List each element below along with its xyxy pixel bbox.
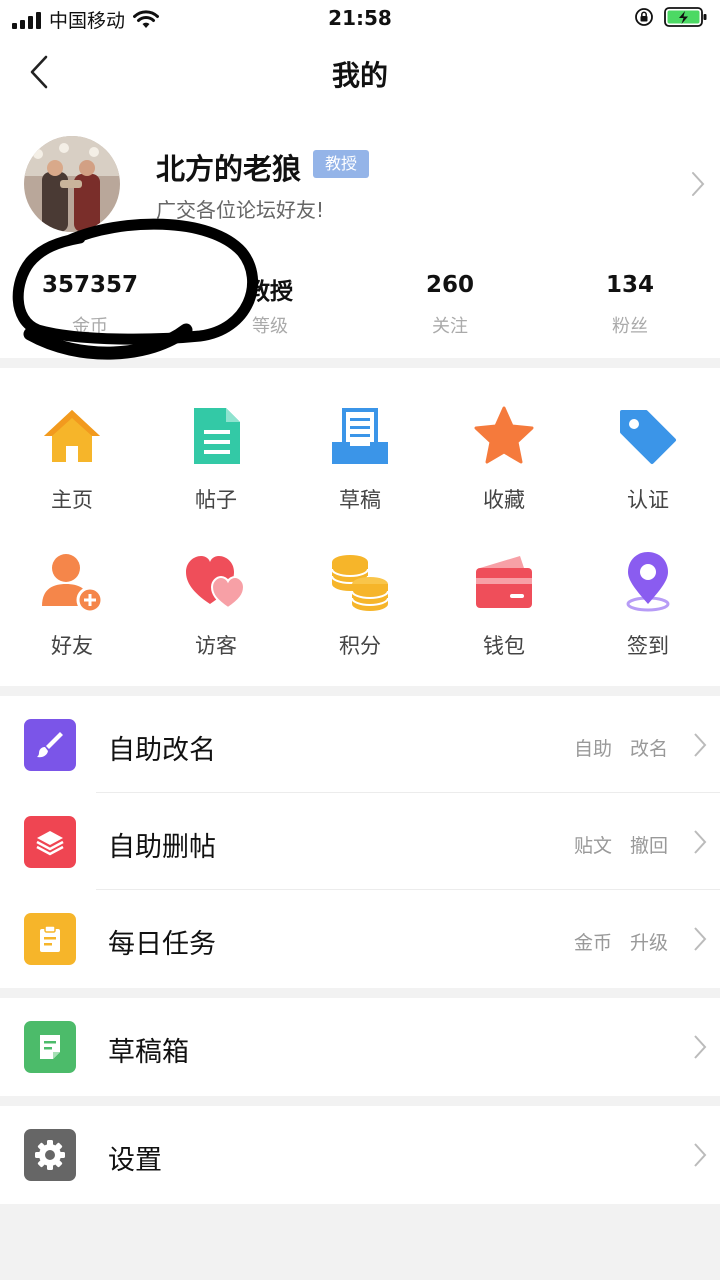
chevron-right-icon	[692, 172, 705, 196]
rotation-lock-icon	[635, 8, 653, 26]
wallet-icon	[476, 556, 532, 608]
menu-item-rename[interactable]: 自助改名 自助 改名	[0, 696, 720, 794]
profile-stats: 357357 金币 教授 等级 260 关注 134 粉丝	[0, 272, 720, 342]
stat-value: 134	[605, 272, 654, 298]
grid-item-label: 访客	[195, 634, 237, 658]
chevron-right-icon	[694, 1143, 707, 1167]
grid-item-posts[interactable]: 帖子	[144, 368, 288, 512]
grid-item-label: 积分	[339, 634, 381, 658]
drafts-menu: 草稿箱	[0, 998, 720, 1096]
feature-grid: 主页 帖子 草稿 收藏 认证 好友 访客 积分 钱包 签到	[0, 368, 720, 686]
tools-menu: 自助改名 自助 改名 自助删帖 贴文 撤回 每日任务 金币 升级	[0, 696, 720, 988]
grid-item-home[interactable]: 主页	[0, 368, 144, 512]
tag-icon	[620, 410, 676, 464]
grid-item-label: 认证	[627, 488, 669, 512]
stat-label: 金币	[72, 316, 108, 337]
username: 北方的老狼	[156, 152, 302, 186]
grid-item-favorites[interactable]: 收藏	[432, 368, 576, 512]
note-icon	[24, 1021, 76, 1073]
location-pin-icon	[626, 552, 670, 612]
profile-card[interactable]: 北方的老狼 教授 广交各位论坛好友! 357357 金币 教授 等级 260 关…	[0, 112, 720, 360]
layers-icon	[24, 816, 76, 868]
nav-bar: 我的	[0, 36, 720, 112]
stat-following[interactable]: 260 关注	[380, 272, 520, 338]
chevron-right-icon	[694, 830, 707, 854]
grid-item-points[interactable]: 积分	[288, 514, 432, 658]
star-icon	[474, 406, 534, 464]
grid-item-friends[interactable]: 好友	[0, 514, 144, 658]
stat-label: 等级	[252, 316, 288, 337]
menu-item-title: 自助删帖	[108, 832, 216, 863]
grid-item-label: 钱包	[483, 634, 525, 658]
menu-item-title: 草稿箱	[108, 1037, 189, 1068]
status-time: 21:58	[328, 6, 392, 30]
brush-icon	[24, 719, 76, 771]
stat-level[interactable]: 教授 等级	[200, 272, 340, 338]
stat-label: 粉丝	[612, 316, 648, 337]
chevron-right-icon	[694, 927, 707, 951]
menu-item-title: 设置	[108, 1145, 162, 1176]
stat-value: 教授	[247, 279, 293, 305]
level-badge: 教授	[313, 150, 370, 178]
grid-item-label: 收藏	[483, 488, 525, 512]
grid-item-label: 签到	[627, 634, 669, 658]
menu-item-title: 每日任务	[108, 929, 216, 960]
grid-item-wallet[interactable]: 钱包	[432, 514, 576, 658]
clipboard-icon	[24, 913, 76, 965]
avatar[interactable]	[24, 136, 120, 232]
hearts-icon	[186, 556, 246, 610]
draft-tray-icon	[332, 408, 388, 464]
grid-item-label: 主页	[51, 488, 93, 512]
chevron-right-icon	[694, 1035, 707, 1059]
grid-item-label: 好友	[51, 634, 93, 658]
home-icon	[44, 410, 100, 462]
battery-icon	[664, 7, 707, 27]
settings-menu: 设置	[0, 1106, 720, 1204]
user-bio: 广交各位论坛好友!	[156, 198, 325, 222]
menu-item-delete-post[interactable]: 自助删帖 贴文 撤回	[0, 793, 720, 891]
stat-fans[interactable]: 134 粉丝	[560, 272, 700, 338]
menu-item-hint: 自助 改名	[573, 738, 668, 760]
avatar-image	[24, 136, 120, 232]
stat-coins[interactable]: 357357 金币	[20, 272, 160, 338]
add-friend-icon	[42, 554, 104, 614]
grid-item-label: 草稿	[339, 488, 381, 512]
menu-item-drafts[interactable]: 草稿箱	[0, 998, 720, 1096]
stat-label: 关注	[432, 316, 468, 337]
coins-icon	[331, 555, 389, 611]
menu-item-hint: 金币 升级	[573, 932, 668, 954]
grid-item-checkin[interactable]: 签到	[576, 514, 720, 658]
grid-item-label: 帖子	[195, 488, 237, 512]
grid-item-drafts[interactable]: 草稿	[288, 368, 432, 512]
status-bar: 中国移动 21:58	[0, 0, 720, 36]
chevron-right-icon	[694, 733, 707, 757]
stat-value: 357357	[41, 272, 139, 298]
grid-item-verify[interactable]: 认证	[576, 368, 720, 512]
menu-item-title: 自助改名	[108, 735, 216, 766]
menu-item-daily-task[interactable]: 每日任务 金币 升级	[0, 890, 720, 988]
grid-item-visitors[interactable]: 访客	[144, 514, 288, 658]
document-icon	[194, 408, 240, 464]
gear-icon	[24, 1129, 76, 1181]
page-title: 我的	[331, 59, 388, 92]
menu-item-settings[interactable]: 设置	[0, 1106, 720, 1204]
stat-value: 260	[425, 272, 474, 298]
menu-item-hint: 贴文 撤回	[573, 835, 668, 857]
